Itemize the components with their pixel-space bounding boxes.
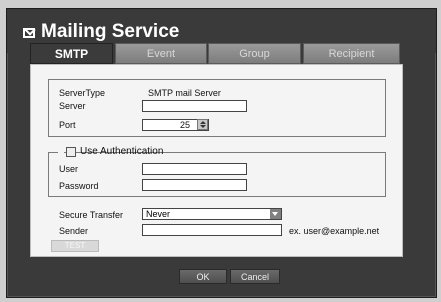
tab-bar: SMTP Event Group Recipient	[30, 43, 400, 64]
cancel-button[interactable]: Cancel	[230, 269, 280, 284]
tab-smtp[interactable]: SMTP	[30, 43, 113, 64]
use-authentication-label: Use Authentication	[80, 146, 164, 157]
user-input[interactable]	[142, 163, 247, 175]
password-input[interactable]	[142, 179, 247, 191]
password-label: Password	[59, 181, 99, 191]
chevron-down-icon[interactable]	[270, 209, 281, 219]
ok-button[interactable]: OK	[179, 269, 227, 284]
sender-hint: ex. user@example.net	[289, 226, 380, 236]
tab-recipient[interactable]: Recipient	[303, 43, 400, 64]
window-title: Mailing Service	[41, 21, 180, 42]
use-authentication-checkbox[interactable]	[66, 147, 76, 157]
test-button[interactable]: TEST	[51, 240, 99, 252]
sender-input[interactable]	[142, 224, 282, 236]
secure-transfer-value: Never	[146, 209, 171, 219]
server-type-value: SMTP mail Server	[148, 88, 221, 98]
server-input[interactable]	[142, 100, 247, 112]
authentication-legend: Use Authentication	[58, 146, 163, 158]
port-spinner[interactable]	[197, 119, 208, 130]
secure-transfer-select[interactable]: Never	[142, 208, 282, 220]
user-label: User	[59, 164, 79, 174]
sender-label: Sender	[59, 226, 89, 236]
tab-event[interactable]: Event	[115, 43, 207, 64]
port-label: Port	[59, 120, 76, 130]
server-label: Server	[59, 101, 86, 111]
tab-group[interactable]: Group	[208, 43, 301, 64]
server-type-label: ServerType	[59, 88, 106, 98]
envelope-icon	[23, 28, 35, 38]
secure-transfer-label: Secure Transfer	[59, 210, 124, 220]
